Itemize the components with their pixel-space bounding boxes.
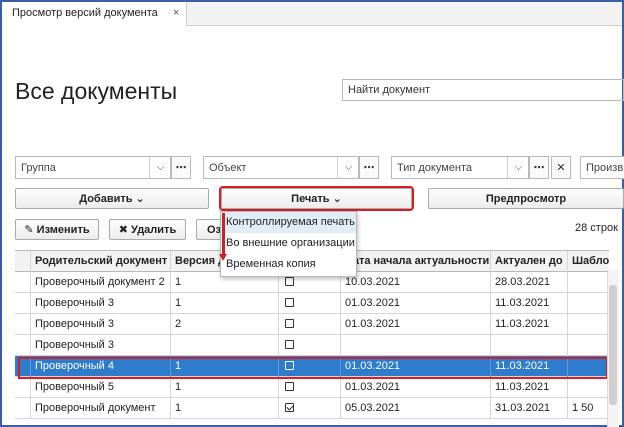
row-marker (15, 377, 30, 398)
cell-version (170, 335, 278, 356)
cell-start-date: 01.03.2021 (340, 356, 490, 377)
row-count: 28 строк (575, 222, 618, 234)
cell-flag (278, 314, 340, 335)
cell-valid-until: 11.03.2021 (490, 377, 567, 398)
filter-document-type-placeholder: Тип документа (397, 162, 473, 174)
print-button[interactable]: Печать ⌄ (219, 186, 414, 211)
checkbox-icon[interactable] (285, 319, 294, 328)
table-row[interactable]: Проверочный 5 1 01.03.2021 11.03.2021 (15, 377, 609, 398)
cell-valid-until: 11.03.2021 (490, 314, 567, 335)
cell-version: 2 (170, 314, 278, 335)
cell-valid-until (490, 335, 567, 356)
checkbox-icon[interactable] (285, 298, 294, 307)
checkbox-icon[interactable] (285, 361, 294, 370)
page-title: Все документы (15, 78, 178, 104)
filter-object-placeholder: Объект (209, 162, 247, 174)
cell-version: 1 (170, 293, 278, 314)
add-button[interactable]: Добавить ⌄ (15, 188, 209, 209)
cell-flag (278, 398, 340, 419)
checkbox-icon[interactable] (285, 340, 294, 349)
tab-label: Просмотр версий документа (12, 7, 158, 19)
row-marker (15, 314, 30, 335)
table-row[interactable]: Проверочный документ 1 05.03.2021 31.03.202… (15, 398, 609, 419)
cell-start-date: 05.03.2021 (340, 398, 490, 419)
cell-valid-until: 31.03.2021 (490, 398, 567, 419)
table-row[interactable]: Проверочный 3 2 01.03.2021 11.03.2021 (15, 314, 609, 335)
filter-group-more-button[interactable]: ⋯ (171, 156, 191, 179)
row-marker (15, 398, 30, 419)
filter-object-more-button[interactable]: ⋯ (359, 156, 379, 179)
preview-button[interactable]: Предпросмотр (428, 188, 624, 209)
cell-valid-until: 11.03.2021 (490, 293, 567, 314)
menu-item-controlled-print[interactable]: Контроллируемая печать (221, 212, 356, 233)
filter-group[interactable]: Группа ⌵ (15, 156, 171, 179)
close-icon[interactable]: × (173, 7, 179, 19)
cell-flag (278, 335, 340, 356)
filter-group-placeholder: Группа (21, 162, 56, 174)
edit-button[interactable]: ✎ Изменить (15, 219, 99, 240)
cell-start-date: 01.03.2021 (340, 293, 490, 314)
table-row[interactable]: Проверочный 3 1 01.03.2021 11.03.2021 (15, 293, 609, 314)
filter-document-type[interactable]: Тип документа ⌵ (391, 156, 529, 179)
cell-parent-document: Проверочный 3 (30, 293, 170, 314)
menu-item-temporary-copy[interactable]: Временная копия (221, 254, 356, 275)
annotation-arrow (222, 213, 225, 255)
cell-parent-document: Проверочный 3 (30, 314, 170, 335)
header-parent-document[interactable]: Родительский документ (30, 251, 170, 272)
scrollbar-thumb[interactable] (609, 285, 617, 405)
row-marker (15, 272, 30, 293)
cell-parent-document: Проверочный документ 2 (30, 272, 170, 293)
cell-version: 1 (170, 398, 278, 419)
cell-template (567, 272, 609, 293)
header-start-date[interactable]: Дата начала актуальности (340, 251, 490, 272)
tab-bar: Просмотр версий документа × (2, 2, 622, 26)
cell-parent-document: Проверочный 3 (30, 335, 170, 356)
print-menu: Контроллируемая печать Во внешние органи… (220, 211, 357, 277)
annotation-arrow-head (219, 254, 227, 261)
filter-object[interactable]: Объект ⌵ (203, 156, 359, 179)
table-row[interactable]: Проверочный 3 (15, 335, 609, 356)
menu-item-external-organizations[interactable]: Во внешние организации (221, 233, 356, 254)
chevron-down-icon[interactable]: ⌵ (149, 157, 171, 178)
search-input[interactable]: Найти документ (342, 79, 624, 101)
header-cell-marker (15, 251, 30, 272)
checkbox-checked-icon[interactable] (285, 403, 294, 412)
clear-icon[interactable]: ✕ (551, 156, 571, 179)
chevron-down-icon[interactable]: ⌵ (337, 157, 359, 178)
cell-valid-until: 11.03.2021 (490, 356, 567, 377)
cell-template (567, 356, 609, 377)
cell-template (567, 314, 609, 335)
cell-template (567, 377, 609, 398)
cell-start-date: 10.03.2021 (340, 272, 490, 293)
row-marker (15, 335, 30, 356)
table-row[interactable]: Проверочный 4 1 01.03.2021 11.03.2021 (15, 356, 609, 377)
chevron-down-icon[interactable]: ⌵ (507, 157, 529, 178)
cell-template: 1 50 (567, 398, 609, 419)
cell-start-date: 01.03.2021 (340, 377, 490, 398)
cell-template (567, 293, 609, 314)
cell-parent-document: Проверочный документ (30, 398, 170, 419)
cell-version: 1 (170, 377, 278, 398)
cell-parent-document: Проверочный 5 (30, 377, 170, 398)
cell-start-date: 01.03.2021 (340, 314, 490, 335)
header-valid-until[interactable]: Актуален до (490, 251, 567, 272)
checkbox-icon[interactable] (285, 382, 294, 391)
cell-template (567, 335, 609, 356)
filter-producer-placeholder: Произв (586, 162, 624, 174)
checkbox-icon[interactable] (285, 277, 294, 286)
cell-flag (278, 356, 340, 377)
header-template[interactable]: Шабло (567, 251, 609, 272)
cell-flag (278, 293, 340, 314)
cell-flag (278, 377, 340, 398)
tab-document-versions[interactable]: Просмотр версий документа × (2, 2, 187, 26)
cell-start-date (340, 335, 490, 356)
row-marker (15, 356, 30, 377)
delete-button[interactable]: ✖ Удалить (109, 219, 186, 240)
filter-producer[interactable]: Произв (580, 156, 624, 179)
cell-version: 1 (170, 356, 278, 377)
row-marker (15, 293, 30, 314)
filter-document-type-more-button[interactable]: ⋯ (529, 156, 549, 179)
cell-parent-document: Проверочный 4 (30, 356, 170, 377)
cell-valid-until: 28.03.2021 (490, 272, 567, 293)
